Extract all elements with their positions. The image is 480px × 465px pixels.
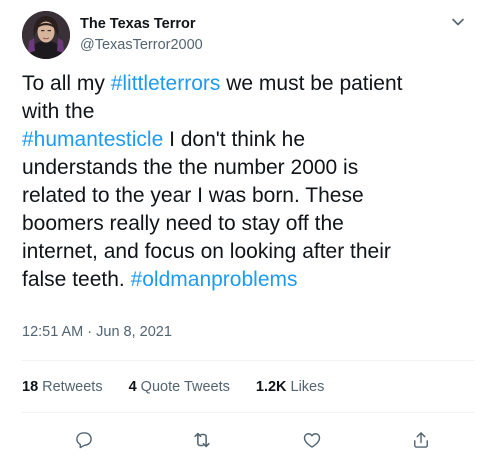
- quote-tweets-stat[interactable]: 4 Quote Tweets: [129, 379, 230, 395]
- retweets-stat[interactable]: 18 Retweets: [22, 379, 103, 395]
- author-handle[interactable]: @TexasTerror2000: [80, 37, 203, 53]
- author-display-name[interactable]: The Texas Terror: [80, 16, 196, 32]
- hashtag-link[interactable]: #littleterrors: [111, 72, 221, 95]
- divider: [22, 360, 474, 361]
- tweet-text-segment: understands the the number 2000 is: [22, 156, 359, 179]
- tweet-actions: [0, 425, 480, 455]
- tweet-text-line: internet, and focus on looking after the…: [22, 238, 474, 266]
- quote-tweets-label: Quote Tweets: [140, 379, 230, 395]
- tweet-text-line: To all my #littleterrors we must be pati…: [22, 70, 474, 98]
- tweet-text: To all my #littleterrors we must be pati…: [22, 70, 474, 294]
- tweet-text-segment: with the: [22, 100, 95, 123]
- like-icon[interactable]: [297, 425, 327, 455]
- tweet-text-segment: boomers really need to stay off the: [22, 212, 344, 235]
- tweet-text-segment: related to the year I was born. These: [22, 184, 364, 207]
- retweet-icon[interactable]: [187, 425, 217, 455]
- tweet-text-line: with the: [22, 98, 474, 126]
- tweet-text-segment: we must be patient: [220, 72, 403, 95]
- retweets-label: Retweets: [42, 379, 103, 395]
- quote-tweets-count: 4: [128, 379, 137, 395]
- likes-count: 1.2K: [255, 379, 287, 395]
- tweet-card: The Texas Terror @TexasTerror2000 To all…: [0, 0, 480, 465]
- tweet-text-line: boomers really need to stay off the: [22, 210, 474, 238]
- tweet-text-segment: internet, and focus on looking after the…: [22, 240, 391, 263]
- likes-stat[interactable]: 1.2K Likes: [256, 379, 325, 395]
- likes-label: Likes: [290, 379, 325, 395]
- divider: [22, 412, 474, 413]
- tweet-timestamp[interactable]: 12:51 AM · Jun 8, 2021: [22, 324, 172, 340]
- tweet-text-line: false teeth. #oldmanproblems: [22, 266, 474, 294]
- tweet-text-line: related to the year I was born. These: [22, 182, 474, 210]
- share-icon[interactable]: [406, 425, 436, 455]
- avatar[interactable]: [22, 11, 70, 59]
- tweet-text-segment: To all my: [22, 72, 111, 95]
- tweet-text-line: understands the the number 2000 is: [22, 154, 474, 182]
- retweets-count: 18: [22, 379, 39, 395]
- engagement-stats: 18 Retweets 4 Quote Tweets 1.2K Likes: [22, 379, 324, 395]
- hashtag-link[interactable]: #humantesticle: [22, 128, 163, 151]
- tweet-text-line: #humantesticle I don't think he: [22, 126, 474, 154]
- tweet-text-segment: I don't think he: [163, 128, 306, 151]
- hashtag-link[interactable]: #oldmanproblems: [131, 268, 298, 291]
- more-options-chevron-icon[interactable]: [446, 10, 470, 34]
- tweet-text-segment: false teeth.: [22, 268, 131, 291]
- reply-icon[interactable]: [69, 425, 99, 455]
